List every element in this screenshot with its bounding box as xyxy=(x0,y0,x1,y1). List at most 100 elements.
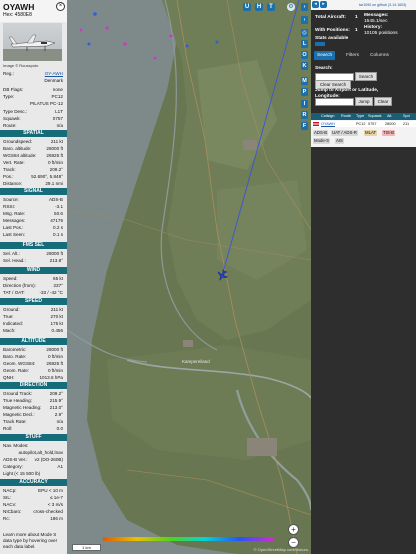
aircraft-photo[interactable] xyxy=(3,23,62,61)
col-type[interactable]: Type xyxy=(356,113,364,120)
row-value: EPU < 10 m xyxy=(38,488,63,493)
section-accuracy[interactable]: ACCURACY xyxy=(0,479,67,486)
side-left-icon[interactable]: ◂ xyxy=(312,1,319,8)
row-label: Rc: xyxy=(3,516,10,521)
tool-button-o[interactable]: O xyxy=(301,51,308,59)
row-label: Track Rate: xyxy=(3,419,27,424)
side-empty-area xyxy=(311,150,416,554)
tool-button-m[interactable]: M xyxy=(301,77,308,85)
recenter-icon[interactable]: ◎ xyxy=(301,29,308,37)
stats-icon[interactable] xyxy=(315,42,325,46)
tool-button-i[interactable]: I xyxy=(301,100,308,108)
section-speed[interactable]: SPEED xyxy=(0,298,67,305)
section-fms-sel[interactable]: FMS SEL xyxy=(0,242,67,249)
clear-button[interactable]: Clear xyxy=(374,97,392,106)
total-aircraft-value: 1 xyxy=(355,15,358,20)
row-label: Type Desc.: xyxy=(3,109,28,114)
map-view[interactable]: Kampereiland U H T ⚙ + − 1 km © OpenStre… xyxy=(67,0,311,554)
row-label: Category: xyxy=(3,464,23,469)
map-canvas[interactable]: Kampereiland xyxy=(67,0,311,554)
collapse-icon[interactable]: ‹ xyxy=(301,16,308,24)
row-callsign[interactable]: OYAWH xyxy=(321,121,335,127)
row-label: Ground Track: xyxy=(3,391,33,396)
row-label: Indicated: xyxy=(3,321,23,326)
section-direction[interactable]: DIRECTION xyxy=(0,382,67,389)
row-label: Ground: xyxy=(3,307,20,312)
jump-input[interactable] xyxy=(315,98,354,106)
tool-button-l[interactable]: L xyxy=(301,40,308,48)
row-value: 213.8° xyxy=(49,258,63,263)
row-label: Baro. Rate: xyxy=(3,354,27,359)
row-value: 0757 xyxy=(52,116,63,121)
section-signal[interactable]: SIGNAL xyxy=(0,188,67,195)
direction-row: True Heading: 215.9° xyxy=(3,397,63,404)
row-label: Mach: xyxy=(3,328,16,333)
signal-row: RSSI: -3.1 xyxy=(3,203,63,210)
close-icon[interactable]: × xyxy=(56,2,65,11)
col-callsign[interactable]: Callsign xyxy=(321,113,335,120)
map-button-t[interactable]: T xyxy=(267,3,275,11)
row-label: True Heading: xyxy=(3,398,32,403)
type-value: PC12 xyxy=(51,94,64,99)
meta-row: Squawk: 0757 xyxy=(3,115,63,122)
tab-filters[interactable]: Filters xyxy=(343,51,362,60)
row-label: Geom. Rate: xyxy=(3,368,30,373)
col-alt[interactable]: Alt. xyxy=(387,113,393,120)
row-spd: 211 xyxy=(403,122,410,126)
row-label: Nav. Modes: xyxy=(3,443,29,448)
section-stuff[interactable]: STUFF xyxy=(0,434,67,441)
row-value: 0.0 xyxy=(56,426,63,431)
history-label: History: xyxy=(364,25,383,30)
row-squawk: 0757 xyxy=(368,122,377,126)
accuracy-row: SIL: ≤ 1e-7 xyxy=(3,494,63,501)
tab-columns[interactable]: Columns xyxy=(367,51,392,60)
section-altitude[interactable]: ALTITUDE xyxy=(0,338,67,345)
row-value: 186 m xyxy=(50,516,63,521)
fms-row: Sel. Head.: 213.8° xyxy=(3,257,63,264)
row-type: PC12 xyxy=(356,122,366,126)
speed-row: True: 270 kt xyxy=(3,313,63,320)
tool-button-p[interactable]: P xyxy=(301,88,308,96)
table-row[interactable]: OYAWH PC12 0757 28000 211 xyxy=(311,121,416,127)
reg-link[interactable]: OY-AWH xyxy=(45,70,63,77)
col-squawk[interactable]: Squawk xyxy=(368,113,382,120)
settings-gear-icon[interactable]: ⚙ xyxy=(287,3,295,11)
meta-row: Type Desc.: L1T xyxy=(3,108,63,115)
wind-row: Speed: 65 kt xyxy=(3,275,63,282)
section-wind[interactable]: WIND xyxy=(0,267,67,274)
chip-mlat: MLAT xyxy=(364,130,378,136)
map-button-u[interactable]: U xyxy=(243,3,251,11)
row-value: -3.1 xyxy=(55,204,63,209)
row-label: NACv: xyxy=(3,502,17,507)
row-alt: 28000 xyxy=(385,122,396,126)
footer-note: Learn more about Mode S data type by hov… xyxy=(3,532,58,550)
col-route[interactable]: Route xyxy=(341,113,351,120)
meta-row: Route: n/a xyxy=(3,122,63,129)
version-link[interactable]: tar1090 on github (3.14.1603) xyxy=(359,3,406,7)
chip-ais: AIS xyxy=(335,138,344,144)
jump-button[interactable]: Jump xyxy=(355,97,373,106)
row-value: 215.9° xyxy=(49,398,63,403)
row-value: 0 ft/min xyxy=(47,368,63,373)
row-label: Sel. Head.: xyxy=(3,258,26,263)
row-value: 237° xyxy=(53,283,63,288)
col-spd[interactable]: Spd xyxy=(403,113,410,120)
type-full-row: PILATUS PC-12 xyxy=(3,100,63,107)
side-right-icon[interactable]: ▸ xyxy=(320,1,327,8)
row-label: Track: xyxy=(3,167,16,172)
search-button[interactable]: Search xyxy=(355,72,377,81)
tool-button-f[interactable]: F xyxy=(301,122,308,130)
map-button-h[interactable]: H xyxy=(255,3,263,11)
spatial-row: Baro. altitude: 28000 ft xyxy=(3,145,63,152)
tab-search[interactable]: Search xyxy=(314,51,336,60)
aircraft-info-panel: OYAWH Hex: 4580E8 × Image © Rousspoto Re… xyxy=(0,0,67,554)
row-label: RSSI: xyxy=(3,204,15,209)
tool-button-r[interactable]: R xyxy=(301,111,308,119)
stats-available: Stats available xyxy=(315,36,349,41)
section-spatial[interactable]: SPATIAL xyxy=(0,130,67,137)
row-label: Distance: xyxy=(3,181,23,186)
altitude-color-legend xyxy=(103,537,273,541)
tool-button-k[interactable]: K xyxy=(301,62,308,70)
row-label: Light (< 15 500 lb) xyxy=(3,471,41,476)
toggle-sidebar-icon[interactable]: › xyxy=(301,3,308,11)
